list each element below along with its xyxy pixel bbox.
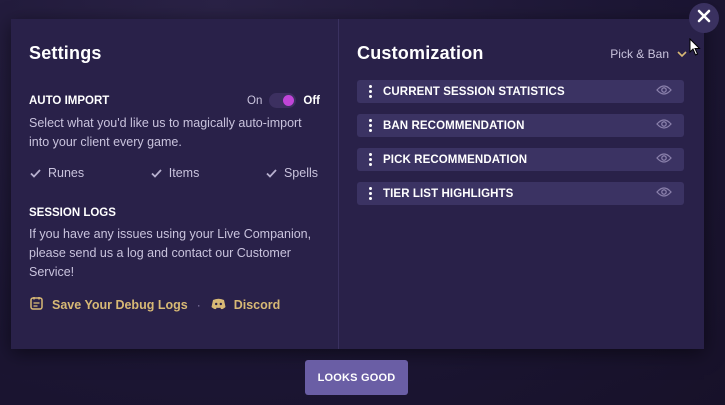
items-label: Items [168, 166, 200, 180]
drag-handle-icon[interactable] [369, 187, 373, 200]
toggle-off-label: Off [303, 94, 320, 107]
list-item[interactable]: BAN RECOMMENDATION [357, 114, 684, 137]
list-item-label: TIER LIST HIGHLIGHTS [383, 187, 514, 200]
items-checkbox[interactable]: Items [150, 166, 200, 180]
log-file-icon [29, 296, 44, 314]
list-item-label: PICK RECOMMENDATION [383, 153, 528, 166]
auto-import-toggle[interactable] [269, 93, 297, 108]
drag-handle-icon[interactable] [369, 119, 373, 132]
save-debug-logs-link[interactable]: Save Your Debug Logs [29, 296, 188, 314]
customization-header: Customization Pick & Ban [357, 43, 687, 64]
eye-icon[interactable] [656, 83, 672, 101]
spells-checkbox[interactable]: Spells [265, 166, 318, 180]
drag-handle-icon[interactable] [369, 85, 373, 98]
auto-import-description: Select what you'd like us to magically a… [29, 116, 302, 149]
check-icon [150, 167, 163, 180]
list-item-label: CURRENT SESSION STATISTICS [383, 85, 565, 98]
eye-icon[interactable] [656, 151, 672, 169]
toggle-on-label: On [247, 94, 263, 107]
save-debug-logs-label: Save Your Debug Logs [52, 298, 188, 312]
close-button[interactable] [689, 3, 719, 33]
discord-link[interactable]: Discord [211, 298, 281, 313]
link-separator: · [196, 298, 201, 312]
mouse-cursor-icon [689, 37, 701, 61]
list-item[interactable]: PICK RECOMMENDATION [357, 148, 684, 171]
toggle-knob [283, 95, 295, 106]
drag-handle-icon[interactable] [369, 153, 373, 166]
auto-import-options: Runes Items Spells [29, 166, 320, 180]
customization-title: Customization [357, 43, 484, 63]
auto-import-label: AUTO IMPORT [29, 94, 110, 107]
eye-icon[interactable] [656, 185, 672, 203]
list-item[interactable]: CURRENT SESSION STATISTICS [357, 80, 684, 103]
customization-panel: Customization Pick & Ban CURRENT SESSION… [339, 19, 704, 349]
mode-dropdown-value: Pick & Ban [610, 46, 669, 61]
auto-import-row: AUTO IMPORT On Off [29, 93, 320, 108]
eye-icon[interactable] [656, 117, 672, 135]
session-logs-label: SESSION LOGS [29, 207, 116, 219]
spells-label: Spells [283, 166, 318, 180]
discord-icon [211, 298, 226, 313]
runes-checkbox[interactable]: Runes [29, 166, 84, 180]
customization-list: CURRENT SESSION STATISTICS BAN RECOMMEND… [357, 80, 684, 205]
check-icon [265, 167, 278, 180]
chevron-down-icon [677, 47, 687, 61]
runes-label: Runes [48, 166, 85, 180]
session-logs-description: If you have any issues using your Live C… [29, 227, 312, 279]
list-item[interactable]: TIER LIST HIGHLIGHTS [357, 182, 684, 205]
settings-title: Settings [29, 43, 102, 63]
settings-panel: Settings AUTO IMPORT On Off Select what … [11, 19, 338, 349]
list-item-label: BAN RECOMMENDATION [383, 119, 525, 132]
auto-import-toggle-group: On Off [247, 93, 320, 108]
session-logs-links: Save Your Debug Logs · Discord [29, 296, 320, 314]
settings-modal: Settings AUTO IMPORT On Off Select what … [11, 19, 704, 349]
looks-good-button[interactable]: LOOKS GOOD [305, 360, 408, 395]
close-icon [697, 9, 711, 28]
mode-dropdown[interactable]: Pick & Ban [610, 47, 687, 61]
discord-label: Discord [233, 298, 281, 312]
check-icon [29, 167, 42, 180]
